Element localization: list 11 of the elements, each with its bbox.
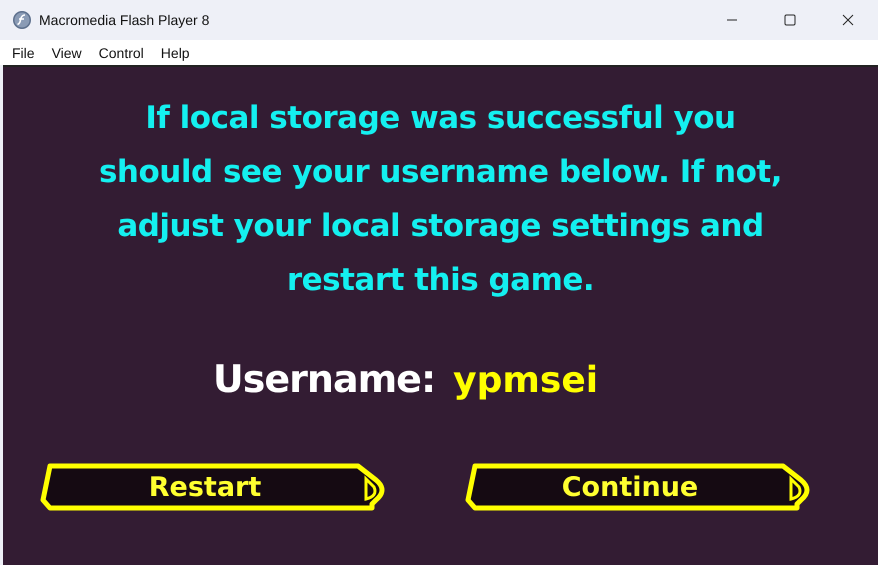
menu-item[interactable]: View <box>52 44 82 60</box>
menu-item[interactable]: File <box>12 44 35 60</box>
maximize-icon[interactable] <box>784 14 796 26</box>
username-label: Username: <box>212 357 436 401</box>
storage-message: If local storage was successful you should see your username below. If not, adjust your local storage settings and restart this game. <box>98 99 784 300</box>
username-value: ypmsei <box>453 360 598 401</box>
flash-logo-icon <box>12 10 32 30</box>
menu-item[interactable]: Control <box>98 44 144 60</box>
close-icon[interactable] <box>842 14 854 26</box>
window-title: Macromedia Flash Player 8 <box>39 12 210 28</box>
menu-item[interactable]: Help <box>160 44 190 60</box>
